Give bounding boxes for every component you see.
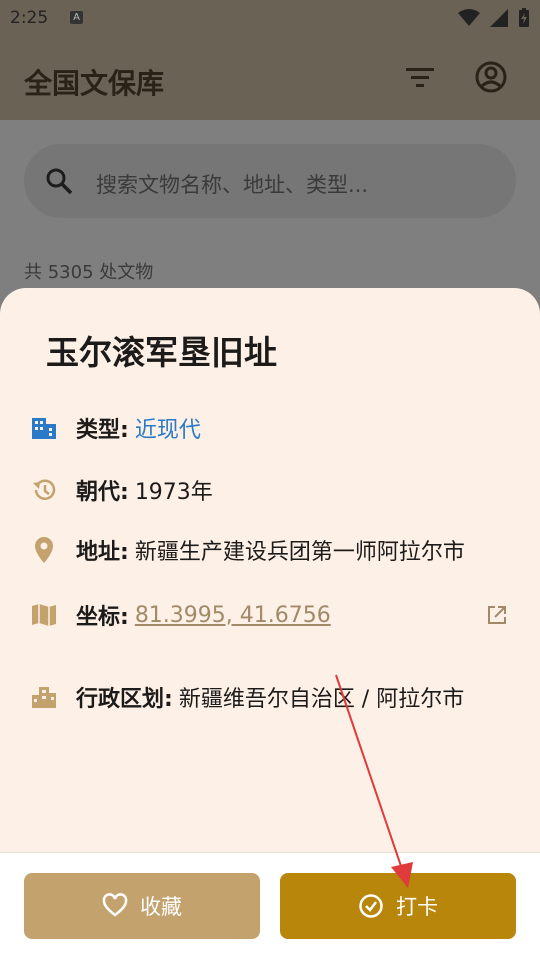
era-value: 1973年 <box>134 480 213 505</box>
city-icon <box>30 683 58 711</box>
address-label: 地址: <box>76 540 129 565</box>
coordinate-label: 坐标: <box>76 605 129 630</box>
battery-icon <box>519 8 529 27</box>
address-value: 新疆生产建设兵团第一师阿拉尔市 <box>134 540 465 565</box>
filter-icon[interactable] <box>404 64 436 92</box>
site-title: 玉尔滚军垦旧址 <box>46 333 277 372</box>
search-input[interactable]: 搜索文物名称、地址、类型... <box>24 144 516 218</box>
division-value: 新疆维吾尔自治区 / 阿拉尔市 <box>178 687 465 712</box>
status-time: 2:25 <box>10 8 49 28</box>
status-icons <box>458 8 530 28</box>
app-bar: 全国文保库 <box>0 36 540 120</box>
action-bar: 收藏 打卡 <box>0 852 540 961</box>
wifi-icon <box>458 9 480 26</box>
map-icon <box>30 601 58 629</box>
page-title: 全国文保库 <box>24 67 165 100</box>
heart-icon <box>102 893 128 917</box>
account-icon[interactable] <box>474 60 508 94</box>
signal-icon <box>490 9 508 27</box>
favorite-button[interactable]: 收藏 <box>24 873 260 939</box>
era-label: 朝代: <box>76 480 129 505</box>
type-value[interactable]: 近现代 <box>135 412 201 444</box>
division-row: 行政区划: 新疆维吾尔自治区 / 阿拉尔市 <box>30 681 464 713</box>
address-row: 地址: 新疆生产建设兵团第一师阿拉尔市 <box>30 534 465 566</box>
coordinate-link[interactable]: 81.3995, 41.6756 <box>135 603 331 628</box>
era-row: 朝代: 1973年 <box>30 474 213 506</box>
favorite-label: 收藏 <box>140 895 182 919</box>
checkin-label: 打卡 <box>396 895 438 919</box>
search-icon <box>46 168 73 195</box>
result-count: 共 5305 处文物 <box>24 262 154 283</box>
building-icon <box>30 414 58 442</box>
type-label: 类型: <box>76 418 129 443</box>
status-bar: 2:25 A <box>0 0 540 36</box>
coordinate-row: 坐标: 81.3995, 41.6756 <box>30 599 331 631</box>
check-circle-icon <box>359 894 383 918</box>
division-label: 行政区划: <box>76 687 173 712</box>
history-icon <box>30 476 58 504</box>
open-external-icon[interactable] <box>486 604 508 626</box>
notification-icon: A <box>70 11 83 24</box>
location-pin-icon <box>30 536 58 564</box>
search-placeholder: 搜索文物名称、地址、类型... <box>96 173 369 197</box>
checkin-button[interactable]: 打卡 <box>280 873 516 939</box>
type-row: 类型: 近现代 <box>30 412 201 444</box>
